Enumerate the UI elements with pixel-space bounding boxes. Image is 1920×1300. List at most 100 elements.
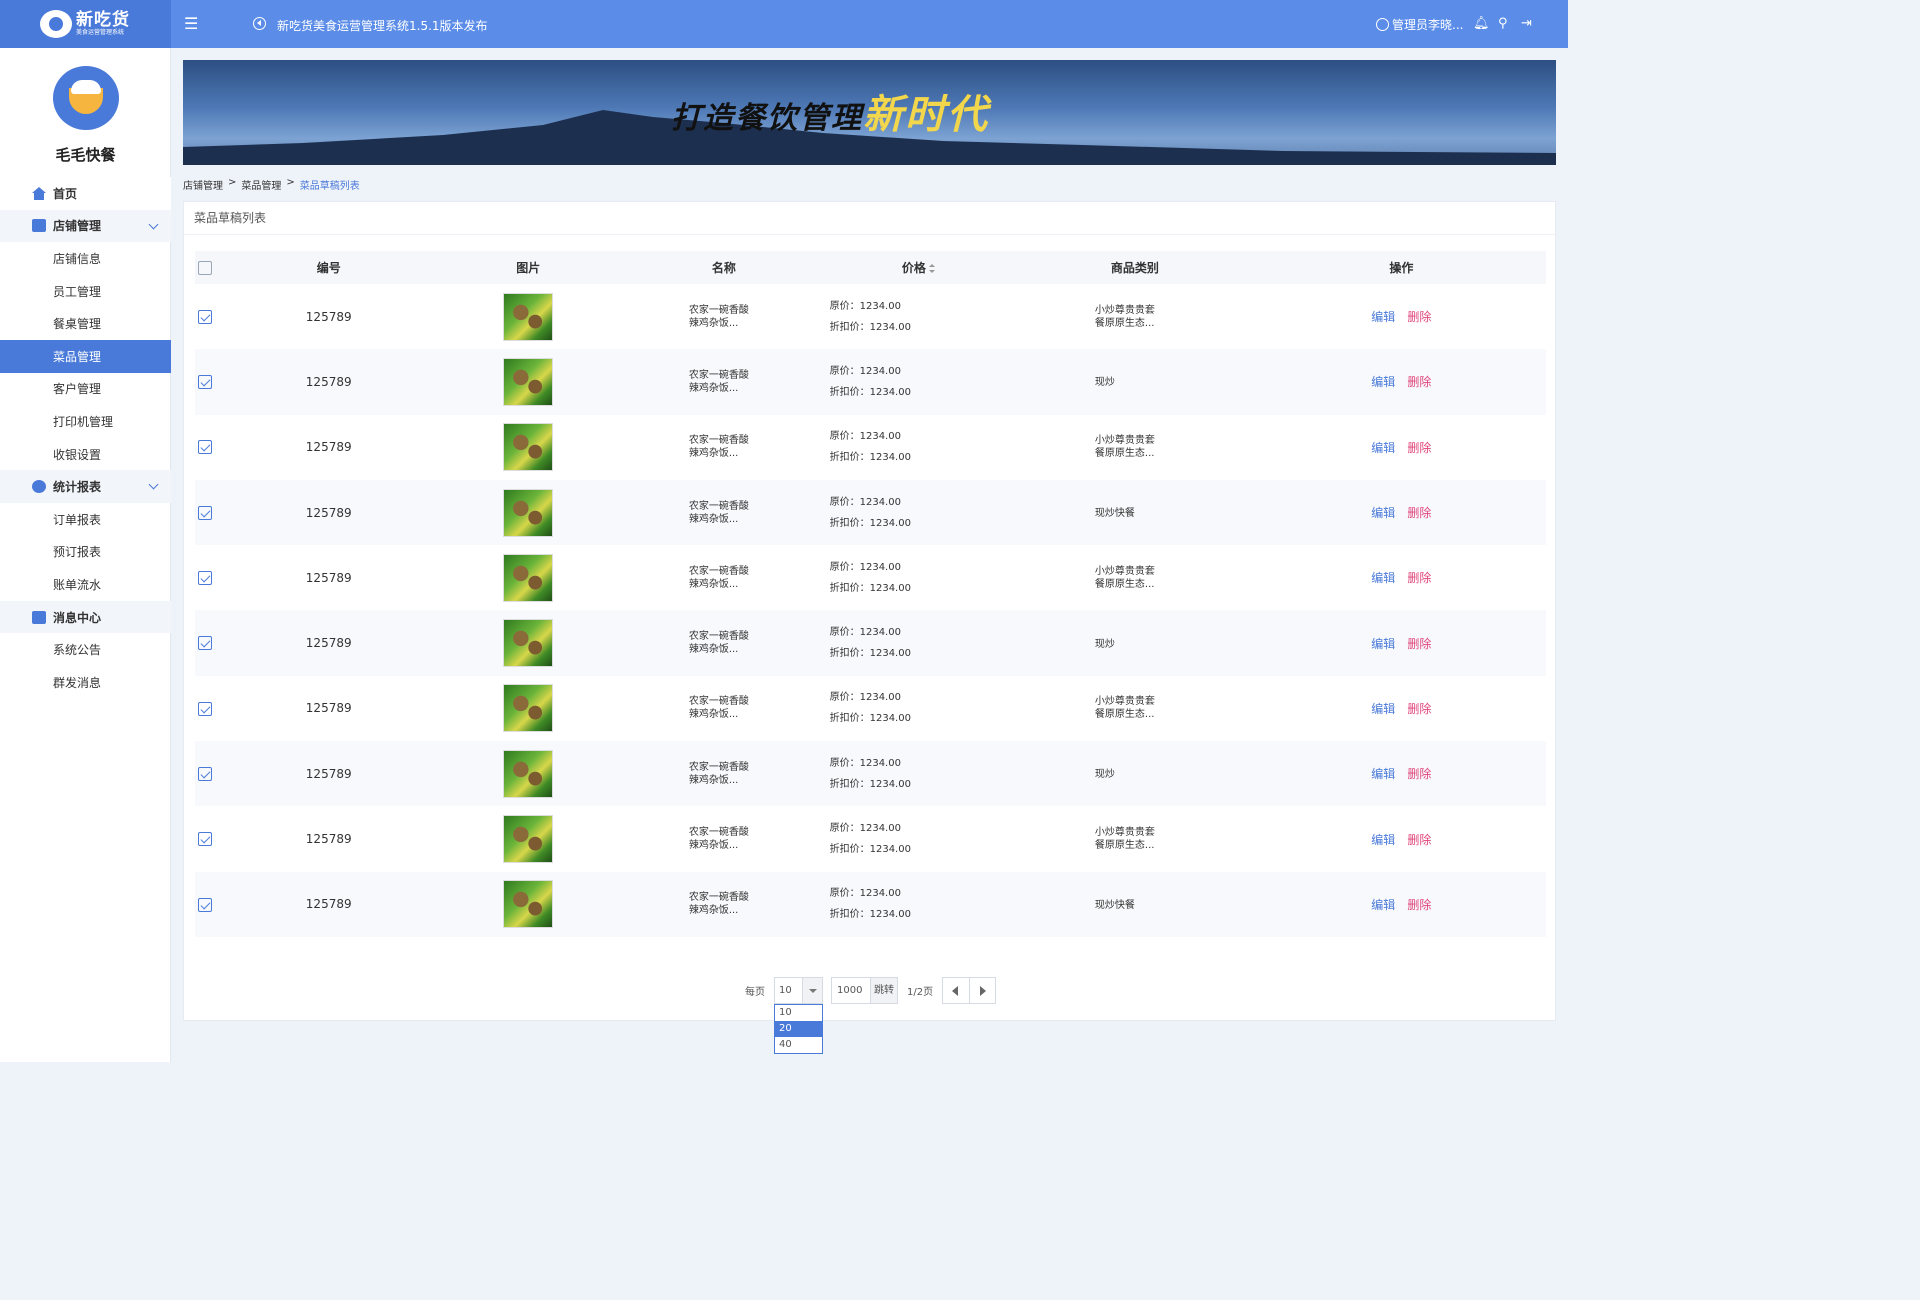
sort-icon[interactable] [928,264,935,273]
bell-icon[interactable]: 🔔︎ [1473,16,1490,32]
dish-price: 原价：1234.00 折扣价：1234.00 [829,365,911,398]
dish-name: 农家一碗香酸 辣鸡杂饭... [688,827,749,852]
breadcrumb-item[interactable]: 店铺管理 [183,177,223,192]
shop-name: 毛毛快餐 [55,146,116,164]
edit-button[interactable]: 编辑 [1371,571,1395,585]
per-page-option[interactable]: 10 [775,1005,822,1021]
edit-button[interactable]: 编辑 [1371,702,1395,716]
per-page-select[interactable]: 10 [774,977,823,1004]
per-page-option[interactable]: 40 [775,1037,822,1053]
delete-button[interactable]: 删除 [1407,833,1431,847]
row-checkbox[interactable] [198,636,212,651]
sidebar-item[interactable]: 订单报表 [0,503,171,536]
row-checkbox[interactable] [198,571,212,586]
delete-button[interactable]: 删除 [1407,441,1431,455]
mail-icon [32,610,46,624]
chevron-down-icon[interactable] [148,219,159,230]
sidebar-group[interactable]: 店铺管理 [0,209,171,243]
dish-id: 125789 [305,897,352,912]
table-row: 125789 农家一碗香酸 辣鸡杂饭... 原价：1234.00 折扣价：1234.00… [195,415,1546,480]
row-checkbox[interactable] [198,897,212,912]
next-page-button[interactable] [969,978,995,1003]
table-row: 125789 农家一碗香酸 辣鸡杂饭... 原价：1234.00 折扣价：1234.00… [195,741,1546,807]
breadcrumb-item[interactable]: 菜品管理 [241,177,281,192]
announcement-text[interactable]: 新吃货美食运营管理系统1.5.1版本发布 [277,17,488,34]
edit-button[interactable]: 编辑 [1371,898,1395,912]
dish-id: 125789 [305,440,352,455]
sidebar-item[interactable]: 收银设置 [0,438,171,471]
chart-icon [32,480,46,494]
dish-image [503,553,554,602]
sidebar-item-label: 首页 [53,186,78,201]
sidebar-item[interactable]: 群发消息 [0,666,171,699]
row-checkbox[interactable] [198,766,212,781]
table-row: 125789 农家一碗香酸 辣鸡杂饭... 原价：1234.00 折扣价：1234.00… [195,610,1546,676]
delete-button[interactable]: 删除 [1407,375,1431,389]
table-row: 125789 农家一碗香酸 辣鸡杂饭... 原价：1234.00 折扣价：1234.00… [195,676,1546,741]
row-checkbox[interactable] [198,701,212,716]
user-menu[interactable]: 管理员李晓... [1376,16,1463,33]
per-page-option[interactable]: 20 [775,1021,822,1037]
row-checkbox[interactable] [198,440,212,455]
sidebar-item[interactable]: 员工管理 [0,275,171,308]
banner: 打造餐饮管理新时代 [183,60,1556,165]
dish-draft-table: 编号 图片 名称 价格 商品类别 操作 125789 农家一碗香酸 辣鸡杂饭... 原… [195,251,1546,937]
delete-button[interactable]: 删除 [1407,767,1431,781]
edit-button[interactable]: 编辑 [1371,375,1395,389]
delete-button[interactable]: 删除 [1407,571,1431,585]
dish-id: 125789 [305,309,352,324]
dish-price: 原价：1234.00 折扣价：1234.00 [829,431,911,464]
header-actions: 操作 [1389,261,1414,275]
sidebar-group[interactable]: 统计报表 [0,470,171,503]
sidebar-item[interactable]: 打印机管理 [0,405,171,438]
row-checkbox[interactable] [198,309,212,324]
sidebar-item[interactable]: 账单流水 [0,568,171,601]
edit-button[interactable]: 编辑 [1371,441,1395,455]
sidebar-item[interactable]: 餐桌管理 [0,307,171,340]
chevron-down-icon[interactable] [148,479,159,490]
edit-button[interactable]: 编辑 [1371,637,1395,651]
chevron-down-icon[interactable] [802,978,822,1003]
dish-image [503,357,554,406]
sidebar-item[interactable]: 客户管理 [0,373,171,406]
table-row: 125789 农家一碗香酸 辣鸡杂饭... 原价：1234.00 折扣价：1234.00… [195,284,1546,349]
sidebar-item[interactable]: 店铺信息 [0,242,171,275]
sidebar-item-home[interactable]: 首页 [0,177,171,210]
row-checkbox[interactable] [198,505,212,520]
edit-button[interactable]: 编辑 [1371,833,1395,847]
delete-button[interactable]: 删除 [1407,702,1431,716]
dish-image [503,749,554,798]
edit-button[interactable]: 编辑 [1371,310,1395,324]
delete-button[interactable]: 删除 [1407,506,1431,520]
dish-image [503,292,554,341]
header-id: 编号 [316,261,341,275]
dish-id: 125789 [305,505,352,520]
menu-toggle-icon[interactable]: ☰ [184,16,198,32]
delete-button[interactable]: 删除 [1407,898,1431,912]
jump-button[interactable]: 跳转 [870,978,897,1003]
page-input[interactable]: 1000 [832,978,870,1003]
dish-category: 现炒 [1094,638,1115,650]
logout-icon[interactable]: ⇥ [1521,16,1532,32]
row-checkbox[interactable] [198,375,212,390]
select-all-checkbox[interactable] [198,260,212,275]
sidebar-item[interactable]: 菜品管理 [0,339,171,373]
sidebar-item[interactable]: 预订报表 [0,536,171,569]
row-checkbox[interactable] [198,832,212,847]
search-icon[interactable]: ⚲ [1498,16,1508,32]
dish-name: 农家一碗香酸 辣鸡杂饭... [688,304,749,329]
sidebar-item[interactable]: 系统公告 [0,633,171,666]
header-price[interactable]: 价格 [824,259,1014,276]
edit-button[interactable]: 编辑 [1371,506,1395,520]
page-info: 1/2页 [907,987,934,998]
breadcrumb-current: 菜品草稿列表 [299,181,360,192]
logo[interactable]: 新吃货 美食运营管理系统 [0,0,171,48]
delete-button[interactable]: 删除 [1407,637,1431,651]
sidebar-group[interactable]: 消息中心 [0,600,171,634]
delete-button[interactable]: 删除 [1407,310,1431,324]
prev-page-button[interactable] [943,978,969,1003]
edit-button[interactable]: 编辑 [1371,767,1395,781]
per-page-dropdown: 10 20 40 [774,1004,823,1054]
home-icon [32,186,46,200]
dish-price: 原价：1234.00 折扣价：1234.00 [829,300,911,333]
